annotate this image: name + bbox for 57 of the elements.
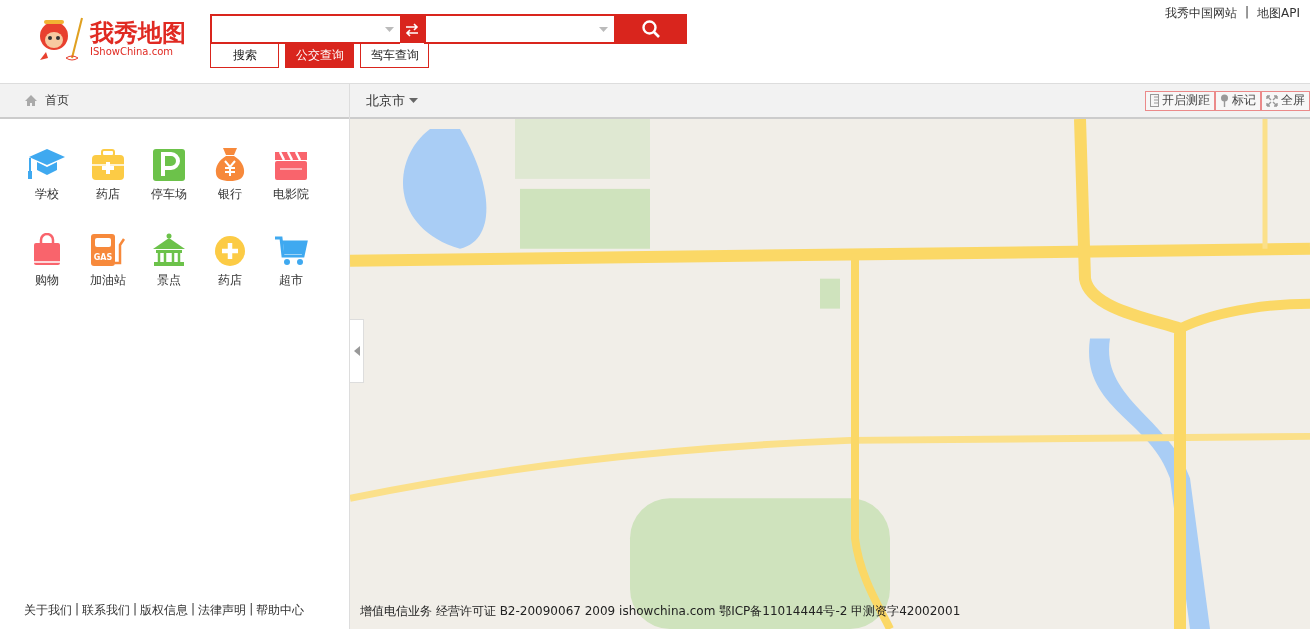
collapse-sidebar-button[interactable] (350, 319, 364, 383)
category-button[interactable]: 学校 (16, 133, 77, 203)
footer-link[interactable]: 帮助中心 (256, 602, 305, 619)
dropdown-caret-icon (409, 98, 418, 103)
money-bag-icon (214, 147, 245, 181)
search-button[interactable] (614, 14, 687, 44)
start-input-field[interactable] (210, 14, 400, 44)
category-button[interactable]: 停车场 (138, 133, 199, 203)
ruler-icon (1150, 94, 1159, 107)
map-tool-button[interactable]: 标记 (1215, 90, 1261, 111)
category-button[interactable]: 银行 (199, 133, 260, 203)
link-separator: | (249, 602, 254, 618)
city-dropdown[interactable]: 北京市 (360, 90, 424, 111)
category-button[interactable]: GAS 加油站 (77, 219, 138, 289)
left-arrow-icon (353, 346, 360, 356)
end-input-field[interactable] (424, 14, 614, 44)
clapperboard-icon (273, 149, 308, 181)
category-button[interactable]: 超市 (260, 219, 321, 289)
search-icon (641, 20, 660, 38)
search-mode-tab[interactable]: 搜索 (210, 42, 279, 68)
shopping-cart-icon (273, 235, 308, 267)
search-mode-tab[interactable]: 驾车查询 (360, 42, 429, 68)
category-button[interactable]: 购物 (16, 219, 77, 289)
copyright-notice: 增值电信业务 经营许可证 B2-20090067 2009 ishowchina.com 鄂ICP备11014444号-2 甲测资字42002001 (360, 603, 961, 620)
footer-link[interactable]: 联系我们 (82, 602, 131, 619)
category-button[interactable]: 药店 (199, 219, 260, 289)
graduation-cap-icon (27, 147, 66, 181)
gas-label: GAS (93, 253, 112, 262)
pavilion-icon (151, 233, 186, 267)
site-logo[interactable]: 我秀地图 IShowChina.com (32, 14, 210, 64)
first-aid-kit-icon (90, 149, 125, 181)
link-separator: | (75, 602, 80, 618)
logo-name: 我秀地图 (90, 20, 186, 46)
category-button[interactable]: 景点 (138, 219, 199, 289)
plus-circle-icon (213, 235, 246, 267)
home-icon (24, 94, 38, 107)
link-separator: | (191, 602, 196, 618)
top-link[interactable]: 我秀中国网站 (1164, 5, 1237, 22)
footer-link[interactable]: 法律声明 (198, 602, 247, 619)
pin-icon (1220, 94, 1229, 107)
swap-arrows-icon (405, 23, 419, 37)
footer-link[interactable]: 版权信息 (140, 602, 189, 619)
shopping-bag-icon (32, 233, 61, 267)
link-separator: | (133, 602, 138, 618)
parking-sign-icon (152, 149, 185, 181)
fullscreen-icon (1266, 94, 1278, 107)
top-link[interactable]: 地图API (1257, 5, 1300, 22)
swap-button[interactable] (400, 14, 424, 44)
category-button[interactable]: 药店 (77, 133, 138, 203)
map-tool-button[interactable]: 开启测距 (1145, 90, 1215, 111)
home-link[interactable]: 首页 (45, 92, 69, 109)
category-button[interactable]: 电影院 (260, 133, 321, 203)
link-separator: | (1244, 5, 1249, 21)
map-tool-button[interactable]: 全屏 (1261, 90, 1310, 111)
logo-domain: IShowChina.com (90, 46, 175, 58)
search-mode-tab[interactable]: 公交查询 (285, 42, 354, 68)
footer-link[interactable]: 关于我们 (24, 602, 72, 619)
